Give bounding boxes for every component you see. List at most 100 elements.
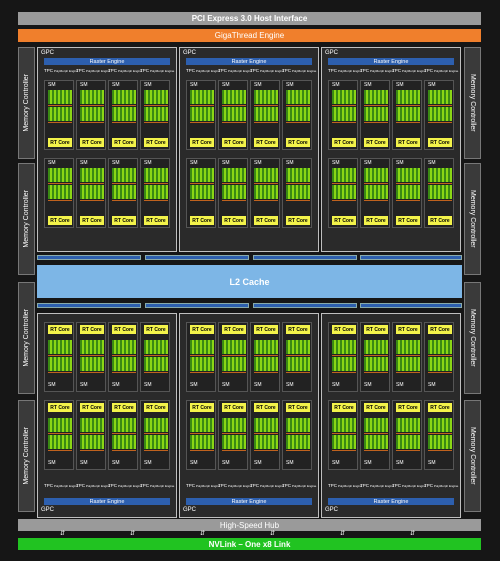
tpc-name: TPC: [424, 483, 433, 488]
cuda-core-block: [254, 185, 278, 199]
crossbar-segment: [253, 303, 357, 308]
polymorph-engine-label: PolyMorph Engine: [117, 484, 143, 488]
cuda-core-block: [332, 168, 356, 182]
streaming-multiprocessor: SM RT Core: [140, 158, 170, 228]
texture-unit: [190, 200, 214, 201]
sm-label: SM: [254, 460, 262, 466]
cuda-core-block: [112, 418, 136, 432]
sm-label: SM: [286, 82, 294, 88]
tpc-name: TPC: [140, 483, 149, 488]
texture-unit: [428, 183, 452, 184]
cuda-core-block: [48, 90, 72, 104]
memory-controller-left: Memory Controller: [18, 282, 35, 394]
sm-label: SM: [286, 460, 294, 466]
sm-label: SM: [428, 82, 436, 88]
texture-unit: [396, 122, 420, 123]
texture-unit: [364, 450, 388, 451]
rt-core: RT Core: [396, 325, 420, 334]
texture-unit: [48, 200, 72, 201]
texture-unit: [364, 433, 388, 434]
texture-unit: [364, 200, 388, 201]
texture-unit: [286, 450, 310, 451]
sm-label: SM: [396, 160, 404, 166]
texture-unit: [254, 450, 278, 451]
cuda-core-block: [144, 418, 168, 432]
polymorph-engine-label: PolyMorph Engine: [85, 484, 111, 488]
rt-core: RT Core: [144, 325, 168, 334]
cuda-core-block: [286, 168, 310, 182]
texture-unit: [48, 183, 72, 184]
cuda-core-block: [254, 435, 278, 449]
tpc-name: TPC: [186, 483, 195, 488]
nvlink-arrow-icon: ⇵: [200, 531, 206, 537]
nvlink-bar: NVLink – One x8 Link: [18, 538, 481, 550]
texture-unit: [144, 105, 168, 106]
cuda-core-block: [286, 340, 310, 354]
cuda-core-block: [428, 418, 452, 432]
cuda-core-block: [222, 340, 246, 354]
cuda-core-block: [428, 168, 452, 182]
texture-unit: [396, 372, 420, 373]
streaming-multiprocessor: SM RT Core: [360, 158, 390, 228]
sm-label: SM: [112, 460, 120, 466]
streaming-multiprocessor: SM RT Core: [108, 322, 138, 392]
texture-unit: [332, 433, 356, 434]
cuda-core-block: [48, 435, 72, 449]
cuda-core-block: [80, 185, 104, 199]
rt-core: RT Core: [428, 325, 452, 334]
texture-unit: [144, 200, 168, 201]
streaming-multiprocessor: SM RT Core: [282, 80, 312, 150]
texture-unit: [286, 355, 310, 356]
texture-unit: [222, 450, 246, 451]
tpc-label: TPC PolyMorph Engine: [76, 483, 110, 489]
texture-unit: [332, 183, 356, 184]
cuda-core-block: [364, 185, 388, 199]
sm-label: SM: [396, 82, 404, 88]
memory-controller-label: Memory Controller: [23, 190, 30, 248]
rt-core: RT Core: [112, 325, 136, 334]
rt-core: RT Core: [112, 216, 136, 225]
texture-unit: [396, 355, 420, 356]
sm-label: SM: [80, 160, 88, 166]
polymorph-engine-label: PolyMorph Engine: [433, 484, 459, 488]
streaming-multiprocessor: SM RT Core: [424, 80, 454, 150]
sm-label: SM: [190, 460, 198, 466]
texture-unit: [332, 355, 356, 356]
texture-unit: [396, 200, 420, 201]
cuda-core-block: [286, 357, 310, 371]
sm-label: SM: [48, 460, 56, 466]
texture-unit: [190, 183, 214, 184]
texture-unit: [222, 183, 246, 184]
texture-unit: [222, 105, 246, 106]
texture-unit: [286, 433, 310, 434]
cuda-core-block: [364, 90, 388, 104]
streaming-multiprocessor: SM RT Core: [392, 400, 422, 470]
texture-unit: [112, 122, 136, 123]
streaming-multiprocessor: SM RT Core: [424, 158, 454, 228]
texture-unit: [254, 105, 278, 106]
sm-label: SM: [364, 382, 372, 388]
cuda-core-block: [396, 90, 420, 104]
cuda-core-block: [428, 90, 452, 104]
cuda-core-block: [222, 435, 246, 449]
rt-core: RT Core: [254, 325, 278, 334]
streaming-multiprocessor: SM RT Core: [218, 158, 248, 228]
cuda-core-block: [332, 107, 356, 121]
cuda-core-block: [144, 185, 168, 199]
cuda-core-block: [286, 90, 310, 104]
polymorph-engine-label: PolyMorph Engine: [195, 484, 221, 488]
tpc-label: TPC PolyMorph Engine: [140, 483, 174, 489]
gpc-label: GPC: [325, 507, 339, 513]
rt-core: RT Core: [286, 216, 310, 225]
rt-core: RT Core: [286, 138, 310, 147]
texture-unit: [222, 372, 246, 373]
tpc-label: TPC PolyMorph Engine: [218, 483, 252, 489]
sm-label: SM: [254, 160, 262, 166]
streaming-multiprocessor: SM RT Core: [250, 322, 280, 392]
cuda-core-block: [112, 90, 136, 104]
cuda-core-block: [428, 107, 452, 121]
tpc-name: TPC: [282, 483, 291, 488]
streaming-multiprocessor: SM RT Core: [76, 322, 106, 392]
texture-unit: [254, 355, 278, 356]
tpc-label: TPC PolyMorph Engine: [186, 483, 220, 489]
